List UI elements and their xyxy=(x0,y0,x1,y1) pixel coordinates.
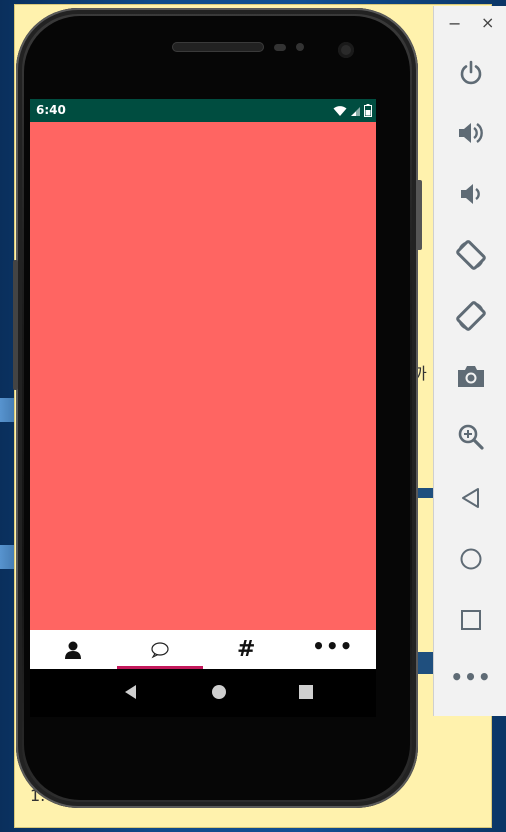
status-icons xyxy=(333,103,372,118)
recents-icon[interactable] xyxy=(297,683,315,701)
front-camera xyxy=(338,42,354,58)
volume-up-button[interactable] xyxy=(454,116,488,150)
back-icon xyxy=(462,488,479,508)
hash-icon: # xyxy=(237,636,256,662)
volume-up-icon xyxy=(459,123,483,143)
status-bar: 6:40 xyxy=(30,99,376,122)
light-sensor xyxy=(296,43,304,51)
android-navigation-bar xyxy=(30,669,376,717)
minimize-button[interactable]: − xyxy=(448,14,461,33)
chat-bubble-icon xyxy=(151,641,169,658)
phone-power-button xyxy=(416,180,422,250)
zoom-button[interactable] xyxy=(454,420,488,454)
overview-icon xyxy=(461,610,481,630)
close-button[interactable]: × xyxy=(481,13,494,32)
emulator-toolbar: − × ••• xyxy=(433,6,506,716)
zoom-in-icon xyxy=(458,424,484,450)
rotate-right-button[interactable] xyxy=(454,299,488,333)
emulator-home-button[interactable] xyxy=(454,542,488,576)
camera-icon xyxy=(458,366,484,387)
status-time: 6:40 xyxy=(36,103,66,117)
emulator-back-button[interactable] xyxy=(454,481,488,515)
emulator-overview-button[interactable] xyxy=(454,603,488,637)
rotate-right-icon xyxy=(456,301,486,331)
battery-icon xyxy=(364,104,372,117)
home-icon xyxy=(460,548,482,570)
back-icon[interactable] xyxy=(122,683,140,701)
phone-side-button xyxy=(13,260,18,390)
bottom-navigation-bar: # ••• xyxy=(30,630,376,669)
person-icon xyxy=(65,641,82,659)
volume-down-button[interactable] xyxy=(454,177,488,211)
power-icon xyxy=(460,60,482,85)
proximity-sensor xyxy=(274,44,286,51)
earpiece-speaker xyxy=(172,42,264,52)
rotate-left-icon xyxy=(456,240,486,270)
tab-hashtags[interactable]: # xyxy=(203,630,290,669)
volume-down-icon xyxy=(461,184,480,204)
rotate-left-button[interactable] xyxy=(454,238,488,272)
tab-more[interactable]: ••• xyxy=(290,630,377,669)
device-screen[interactable]: 6:40 # ••• xyxy=(30,99,376,669)
extended-controls-button[interactable]: ••• xyxy=(450,664,490,698)
more-icon: ••• xyxy=(450,665,492,689)
power-button[interactable] xyxy=(454,56,488,90)
app-content-area xyxy=(30,122,376,630)
home-icon[interactable] xyxy=(210,683,228,701)
emulator-window-controls: − × xyxy=(434,6,506,46)
signal-icon xyxy=(351,106,360,116)
tab-chats[interactable] xyxy=(116,630,204,669)
tab-contacts[interactable] xyxy=(30,630,117,669)
more-icon: ••• xyxy=(312,633,354,658)
wifi-icon xyxy=(333,105,347,116)
screenshot-button[interactable] xyxy=(454,359,488,393)
